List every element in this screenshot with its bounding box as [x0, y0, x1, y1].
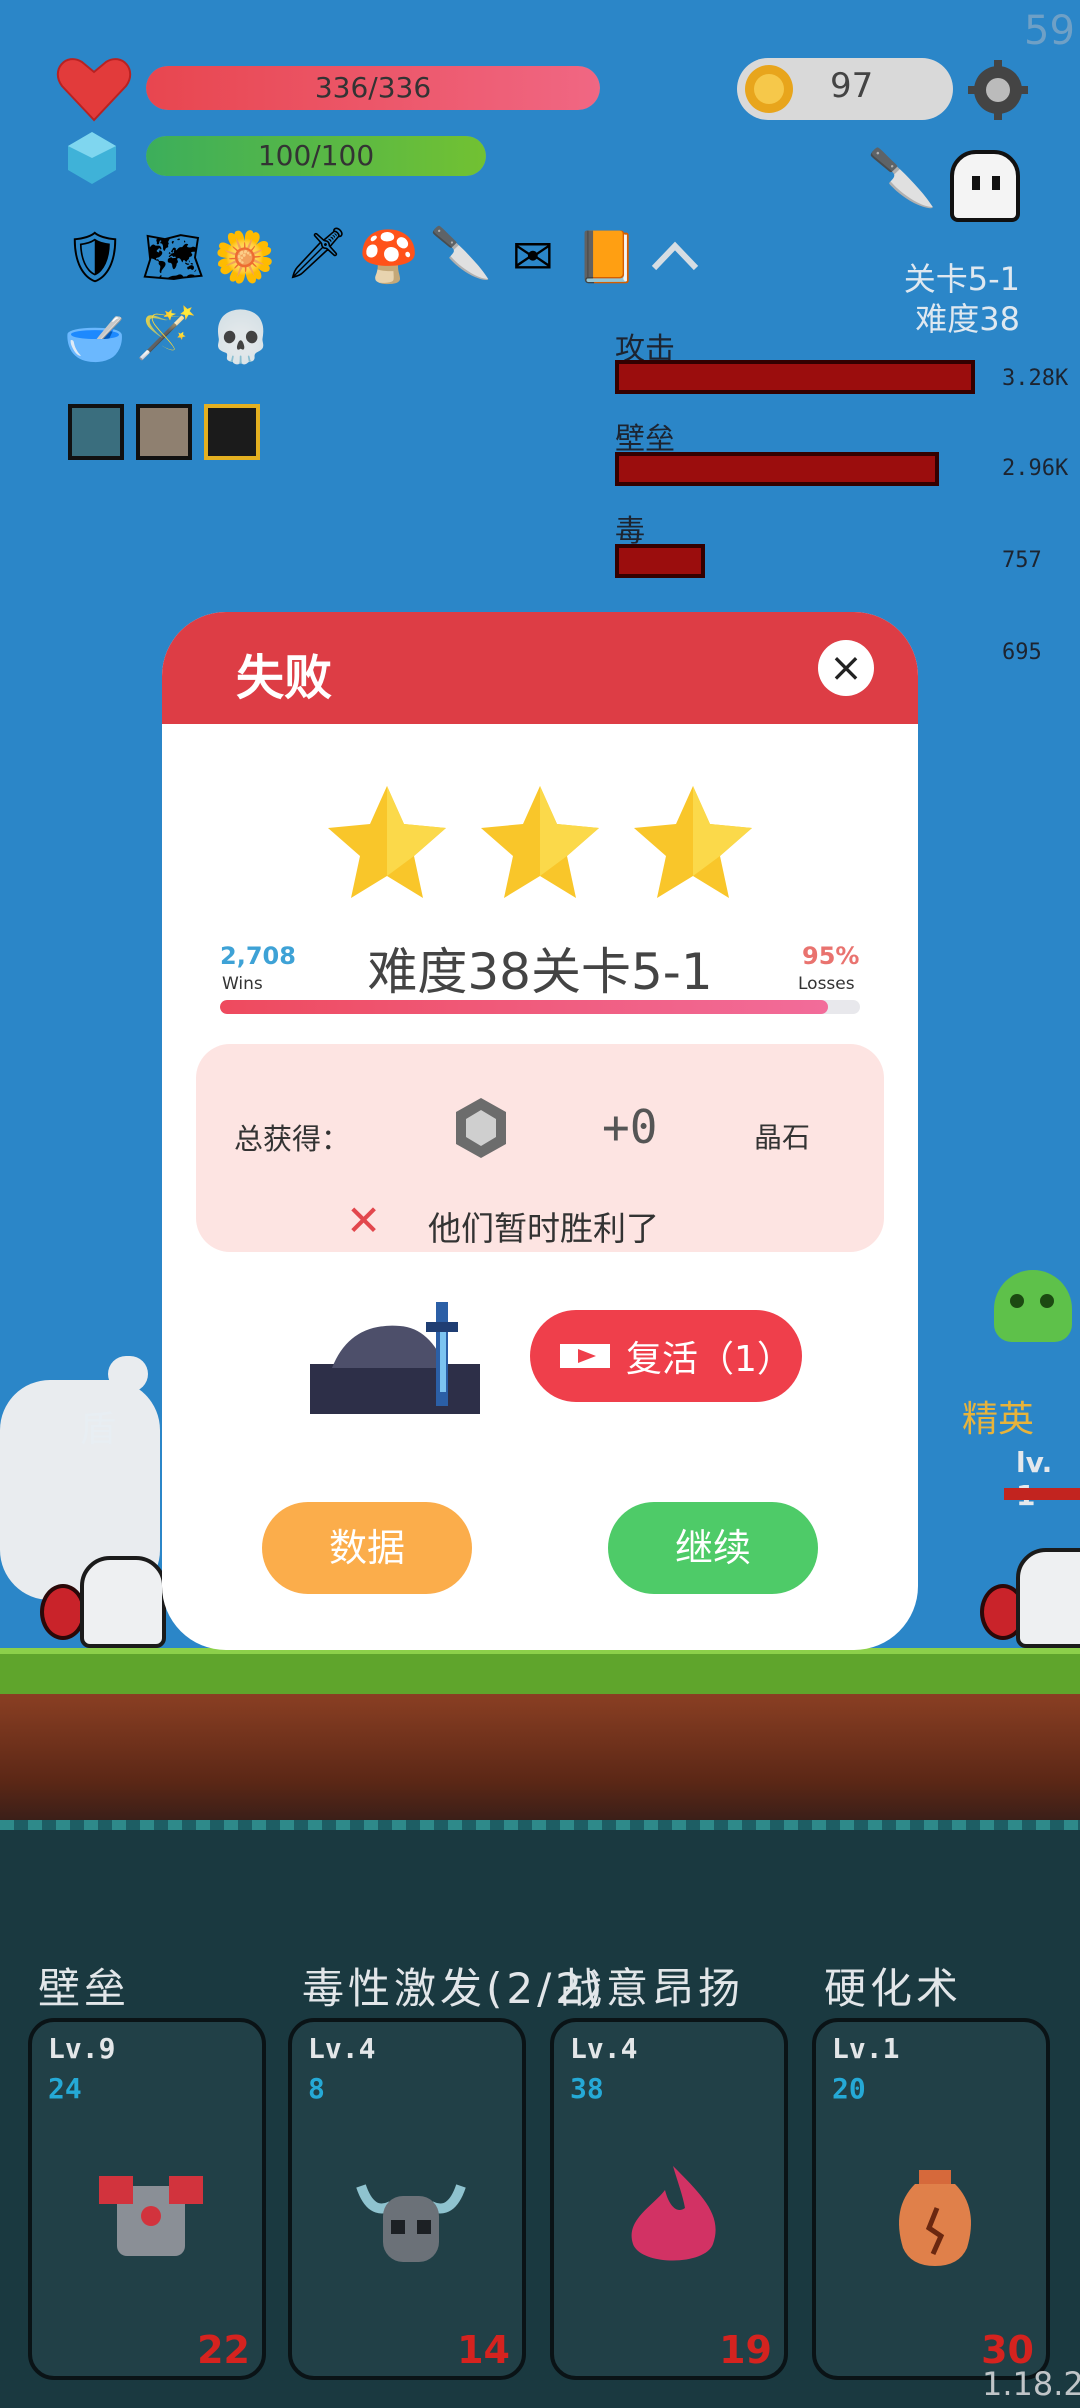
hp-text: 336/336	[314, 71, 432, 104]
mana-bar: 100/100	[146, 136, 486, 176]
skill-level: Lv.9	[48, 2032, 116, 2065]
enemy-unit	[1016, 1548, 1080, 1648]
shield-icon[interactable]: 🛡	[62, 224, 128, 290]
cloud	[108, 1356, 148, 1392]
damage-value: 3.28K	[1002, 366, 1069, 391]
grass-ground	[0, 1648, 1080, 1694]
star-icon	[328, 786, 446, 898]
reward-unit: 晶石	[754, 1121, 811, 1154]
sword-icon[interactable]: 🗡	[284, 220, 350, 286]
reward-label: 总获得：	[234, 1122, 351, 1156]
skill-card[interactable]: Lv.1 20 30	[812, 2018, 1050, 2380]
skill-count: 8	[308, 2072, 325, 2105]
skill-title: 壁垒	[38, 1964, 131, 2013]
book-icon[interactable]: 📙	[574, 224, 640, 290]
losses-percent: 95%	[802, 942, 860, 970]
skill-cost: 14	[457, 2328, 510, 2372]
version-label: 1.18.2	[982, 2365, 1080, 2403]
loss-progress-bar	[220, 1000, 860, 1014]
coin-value: 97	[830, 66, 874, 106]
damage-value: 695	[1002, 640, 1042, 665]
fail-x-icon: ✕	[346, 1196, 382, 1245]
hp-bar: 336/336	[146, 66, 600, 110]
difficulty-label: 难度38	[915, 300, 1020, 338]
skill-level: Lv.4	[570, 2032, 638, 2065]
ally-hero	[80, 1556, 166, 1648]
chevron-up-icon[interactable]	[648, 236, 702, 276]
mana-gem-icon	[68, 132, 116, 184]
poison-skull-icon	[994, 1270, 1072, 1342]
defeat-dialog: 失败 × 2,708 Wins 难度38关卡5-1 95% Losses 总获得…	[162, 612, 918, 1650]
skill-level: Lv.1	[832, 2032, 900, 2065]
fps-counter: 59	[1024, 8, 1075, 54]
buff-armor-icon[interactable]	[136, 404, 192, 460]
skill-count: 24	[48, 2072, 82, 2105]
horned-helmet-icon[interactable]: 💀	[208, 304, 274, 370]
continue-button[interactable]: 继续	[608, 1502, 818, 1594]
teal-divider	[0, 1820, 1080, 1830]
ghost-icon[interactable]	[950, 150, 1020, 222]
heart-icon	[56, 58, 132, 122]
damage-bar	[615, 452, 939, 486]
cleaver-icon[interactable]: 🔪	[862, 146, 942, 212]
losses-label: Losses	[798, 974, 855, 994]
revive-label: 复活（1）	[626, 1339, 793, 1380]
vase-icon	[875, 2156, 995, 2276]
skill-card[interactable]: Lv.9 24 22	[28, 2018, 266, 2380]
enemy-level: lv. 1	[1016, 1446, 1053, 1512]
map-icon[interactable]: 🗺	[140, 224, 206, 290]
skill-count: 20	[832, 2072, 866, 2105]
crystal-icon	[456, 1098, 506, 1158]
enemy-hp-bar	[1004, 1488, 1080, 1500]
buff-shadow-icon[interactable]	[204, 404, 260, 460]
skill-card[interactable]: Lv.4 8 14	[288, 2018, 526, 2380]
defeated-hero-sprite	[310, 1302, 480, 1414]
coin-icon	[745, 65, 793, 113]
enemy-name: 精英	[962, 1399, 1035, 1440]
revive-button[interactable]: 复活（1）	[530, 1310, 802, 1402]
mana-text: 100/100	[257, 139, 375, 172]
gear-icon[interactable]	[968, 60, 1028, 120]
envelope-icon[interactable]: ✉	[500, 224, 566, 290]
flower-icon[interactable]: 🌼	[212, 224, 278, 290]
damage-bar	[615, 544, 705, 578]
damage-value: 757	[1002, 548, 1042, 573]
skill-count: 38	[570, 2072, 604, 2105]
ally-name: 盾	[80, 1409, 117, 1450]
video-ad-icon	[560, 1334, 610, 1378]
dirt-ground	[0, 1694, 1080, 1820]
skill-cost: 22	[197, 2328, 250, 2372]
skill-level: Lv.4	[308, 2032, 376, 2065]
skill-cost: 19	[719, 2328, 772, 2372]
lose-message: 他们暂时胜利了	[428, 1209, 659, 1248]
magic-wand-icon[interactable]: 🪄	[134, 300, 200, 366]
star-icon	[481, 786, 599, 898]
damage-bar	[615, 360, 975, 394]
viking-skull-icon	[351, 2156, 471, 2276]
buff-light-icon[interactable]	[68, 404, 124, 460]
skill-card[interactable]: Lv.4 38 19	[550, 2018, 788, 2380]
mushroom-icon[interactable]: 🍄	[356, 224, 422, 290]
star-icon	[634, 786, 752, 898]
close-button[interactable]: ×	[818, 640, 874, 696]
damage-value: 2.96K	[1002, 456, 1069, 481]
mortar-icon[interactable]: 🥣	[62, 306, 128, 372]
dagger-icon[interactable]: 🔪	[428, 220, 494, 286]
skill-title: 战意昂扬	[560, 1964, 745, 2013]
flame-icon	[613, 2156, 733, 2276]
reward-amount: +0	[602, 1100, 658, 1154]
dialog-title: 失败	[236, 650, 333, 706]
stats-button[interactable]: 数据	[262, 1502, 472, 1594]
armor-icon	[91, 2156, 211, 2276]
